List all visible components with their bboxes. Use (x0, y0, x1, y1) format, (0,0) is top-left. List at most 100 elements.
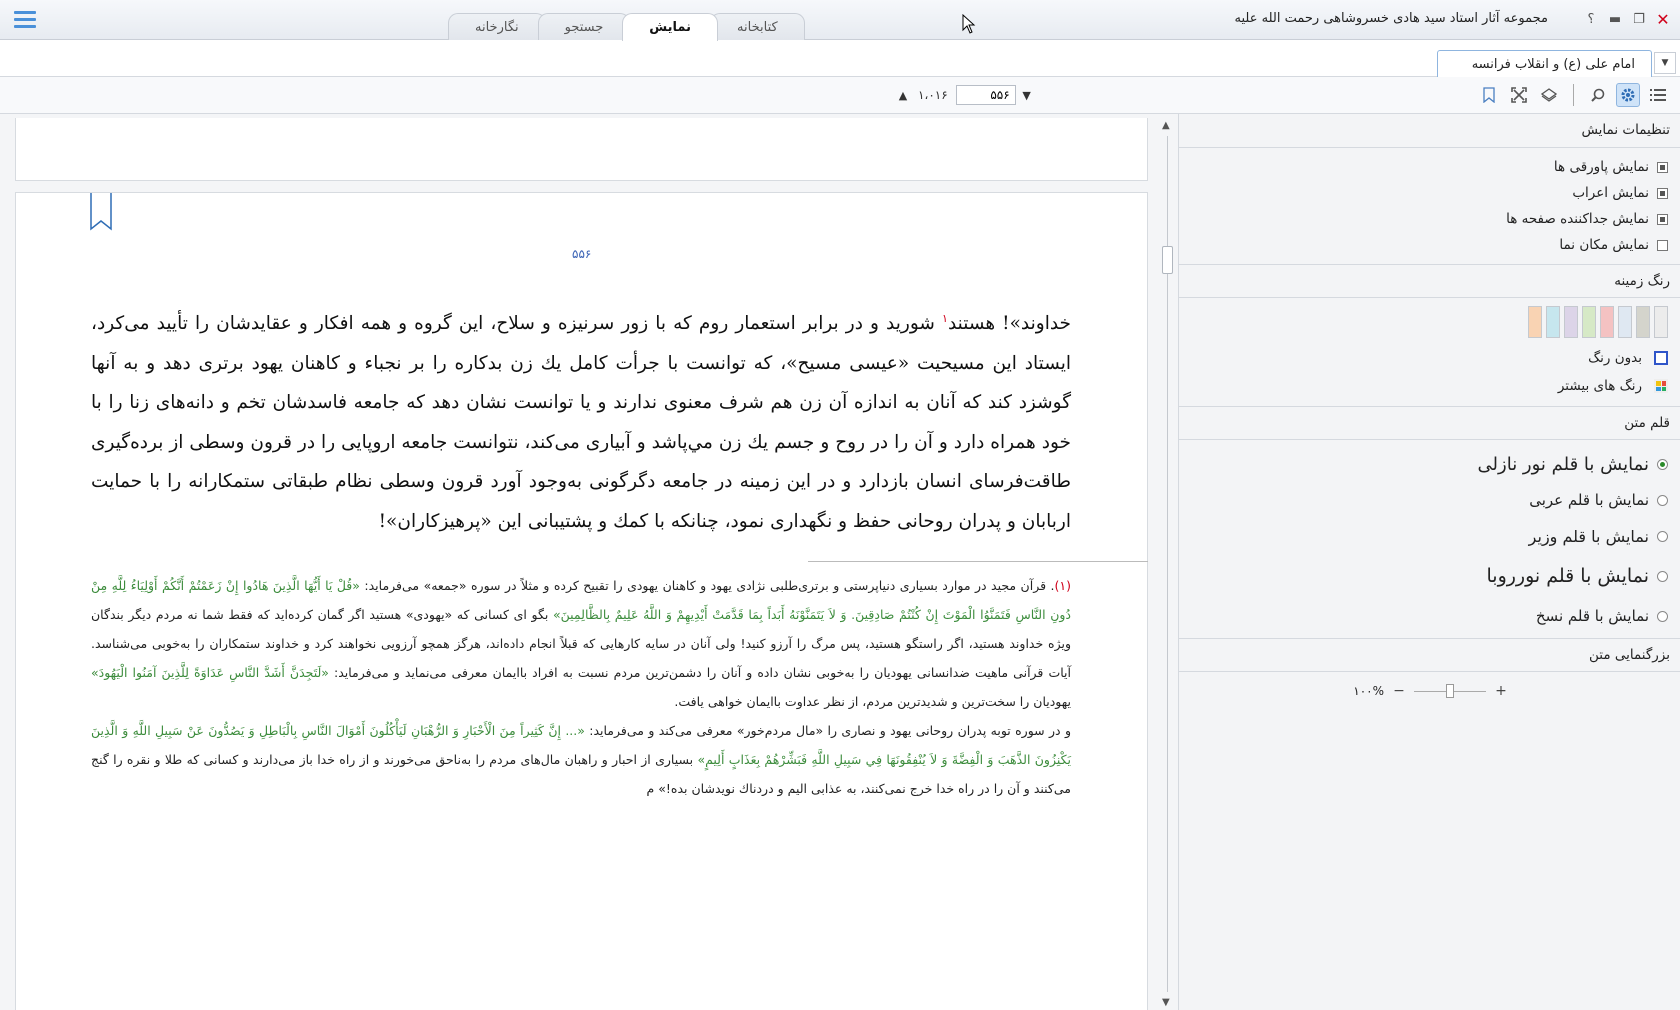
option-cursor[interactable]: نمایش مکان نما (1179, 232, 1680, 258)
display-settings-title: تنظیمات نمایش (1179, 114, 1680, 148)
gear-icon[interactable] (1616, 83, 1640, 107)
minimize-icon[interactable]: ▬ (1604, 8, 1626, 30)
toolbar-separator (1573, 84, 1574, 106)
color-swatch[interactable] (1654, 306, 1668, 338)
color-swatch[interactable] (1636, 306, 1650, 338)
page-number: ۵۵۶ (572, 247, 592, 261)
more-colors-option[interactable]: رنگ های بیشتر (1179, 372, 1680, 400)
menu-icon[interactable] (14, 11, 36, 31)
radio-button[interactable] (1657, 610, 1668, 622)
option-label: نمایش پاورقی ها (1553, 159, 1649, 175)
page-body-text: خداوند»! هستند۱ شورید و در برابر استعمار… (91, 299, 1071, 541)
font-option[interactable]: نمایش با قلم وزیر (1179, 518, 1680, 554)
font-option-label: نمایش با قلم نورروبا (1486, 565, 1650, 587)
tab-library[interactable]: کتابخانه (710, 13, 805, 40)
footnote-text: يهوديان را سخت‌ترين و شديدترين مردم، از … (674, 694, 1071, 709)
document-tab-bar: امام علی (ع) و انقلاب فرانسه ▼ (0, 40, 1680, 77)
previous-page (15, 118, 1148, 181)
radio-button[interactable] (1657, 494, 1668, 506)
font-option-label: نمایش با قلم نسخ (1535, 607, 1649, 625)
font-option[interactable]: نمایش با قلم عربی (1179, 482, 1680, 518)
scroll-down-icon[interactable]: ▼ (1162, 997, 1170, 1008)
option-page-separator[interactable]: نمایش جداکننده صفحه ها (1179, 206, 1680, 232)
page-up-icon[interactable]: ▲ (896, 89, 910, 102)
restore-icon[interactable]: ❐ (1628, 8, 1650, 30)
chevron-down-icon[interactable]: ▼ (1654, 52, 1676, 74)
fullscreen-icon[interactable] (1507, 83, 1531, 107)
palette-icon[interactable] (1654, 379, 1668, 393)
zoom-slider-knob[interactable] (1446, 684, 1454, 698)
no-color-label: بدون رنگ (1588, 350, 1642, 366)
checkbox[interactable] (1657, 161, 1668, 173)
tab-search[interactable]: جستجو (537, 13, 631, 40)
zoom-slider[interactable] (1414, 684, 1486, 698)
page-total: ۱،۰۱۶ (918, 88, 948, 102)
footnotes: (۱). قرآن مجيد در موارد بسياری دنياپرستی… (91, 571, 1071, 803)
zoom-control: + − ۱۰۰% (1179, 672, 1680, 710)
zoom-title: بزرگنمایی متن (1179, 638, 1680, 672)
footnote-1: (۱). قرآن مجيد در موارد بسياری دنياپرستی… (91, 571, 1071, 716)
no-color-swatch[interactable] (1654, 351, 1668, 365)
checkbox[interactable] (1657, 187, 1668, 199)
color-swatches (1179, 298, 1680, 344)
footnote-text: و در سوره توبه پدران روحانی يهود و نصاری… (584, 723, 1071, 738)
title-bar: نگارخانه جستجو نمایش کتابخانه مجموعه آثا… (0, 0, 1680, 41)
font-option[interactable]: نمایش با قلم نور نازلی (1179, 446, 1680, 482)
quran-verse: «لَتَجِدَنَّ أَشَدَّ النَّاسِ عَدَاوَةً … (91, 665, 329, 680)
color-swatch[interactable] (1528, 306, 1542, 338)
radio-button[interactable] (1657, 570, 1668, 582)
body-rest: شورید و در برابر استعمار روم که با زور س… (91, 313, 1072, 532)
zoom-value: ۱۰۰% (1353, 684, 1384, 698)
footnote-divider (808, 561, 1148, 562)
option-footnotes[interactable]: نمایش پاورقی ها (1179, 154, 1680, 180)
footnote-text: . قرآن مجيد در موارد بسياری دنياپرستی و … (359, 578, 1055, 593)
font-option[interactable]: نمایش با قلم نورروبا (1179, 554, 1680, 598)
window-title: مجموعه آثار استاد سید هادی خسروشاهی رحمت… (1234, 11, 1548, 26)
scroll-thumb[interactable] (1162, 246, 1173, 274)
layers-icon[interactable] (1537, 83, 1561, 107)
checkbox[interactable] (1657, 239, 1668, 251)
vertical-scrollbar[interactable]: ▲ ▼ (1159, 118, 1177, 1010)
list-icon[interactable] (1646, 83, 1670, 107)
font-option[interactable]: نمایش با قلم نسخ (1179, 598, 1680, 634)
no-color-option[interactable]: بدون رنگ (1179, 344, 1680, 372)
toolbar-icons (1477, 83, 1670, 107)
background-color-title: رنگ زمینه (1179, 264, 1680, 298)
mouse-cursor-icon (962, 14, 976, 34)
tab-gallery[interactable]: نگارخانه (448, 13, 546, 40)
main-tabs: نگارخانه جستجو نمایش کتابخانه (448, 13, 805, 41)
radio-button[interactable] (1657, 458, 1668, 470)
toolbar: ▲ ۱،۰۱۶ ▼ (0, 77, 1680, 114)
tab-display[interactable]: نمایش (622, 13, 719, 41)
page-number-input[interactable] (955, 85, 1016, 105)
display-options: نمایش پاورقی ها نمایش اعراب نمایش جداکنن… (1179, 148, 1680, 258)
option-label: نمایش جداکننده صفحه ها (1506, 211, 1649, 227)
page-bookmark-icon[interactable] (90, 193, 112, 231)
option-label: نمایش مکان نما (1559, 237, 1649, 253)
scroll-up-icon[interactable]: ▲ (1162, 120, 1170, 131)
page-navigator: ▲ ۱،۰۱۶ ▼ (896, 85, 1034, 105)
checkbox[interactable] (1657, 213, 1668, 225)
color-swatch[interactable] (1618, 306, 1632, 338)
font-option-label: نمایش با قلم وزیر (1528, 526, 1649, 546)
search-icon[interactable] (1586, 83, 1610, 107)
zoom-in-button[interactable]: + (1494, 683, 1508, 699)
zoom-out-button[interactable]: − (1392, 683, 1406, 699)
close-icon[interactable]: ✕ (1652, 8, 1674, 30)
settings-panel: تنظیمات نمایش نمایش پاورقی ها نمایش اعرا… (1178, 114, 1680, 1010)
document-tab[interactable]: امام علی (ع) و انقلاب فرانسه (1436, 50, 1652, 77)
color-swatch[interactable] (1600, 306, 1614, 338)
body-start: خداوند»! هستند (947, 313, 1071, 335)
color-swatch[interactable] (1564, 306, 1578, 338)
footnote-1-cont: و در سوره توبه پدران روحانی يهود و نصاری… (91, 716, 1071, 803)
bookmark-icon[interactable] (1477, 83, 1501, 107)
option-diacritics[interactable]: نمایش اعراب (1179, 180, 1680, 206)
color-swatch[interactable] (1582, 306, 1596, 338)
color-swatch[interactable] (1546, 306, 1560, 338)
font-title: قلم متن (1179, 406, 1680, 440)
page-down-icon[interactable]: ▼ (1020, 89, 1034, 102)
radio-button[interactable] (1657, 530, 1668, 542)
font-option-label: نمایش با قلم نور نازلی (1477, 453, 1649, 475)
footnote-number: (۱) (1054, 578, 1072, 593)
help-icon[interactable]: ؟ (1580, 8, 1602, 30)
